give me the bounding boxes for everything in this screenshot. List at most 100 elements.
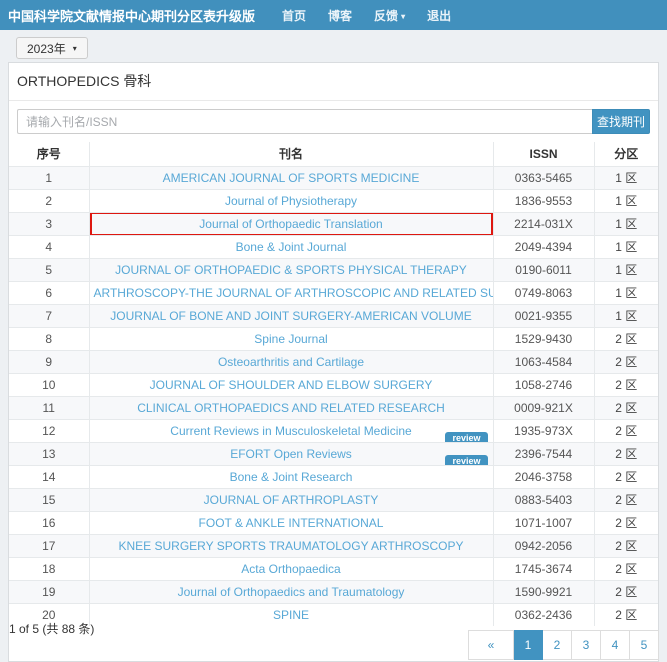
row-index: 19 xyxy=(9,580,89,603)
journal-link[interactable]: SPINE xyxy=(273,608,309,622)
partition-cell: 1 区 xyxy=(594,166,658,189)
journal-link[interactable]: EFORT Open Reviews xyxy=(230,447,352,461)
issn-cell: 1745-3674 xyxy=(493,557,594,580)
journal-name-cell: Journal of Physiotherapy xyxy=(89,189,493,212)
journal-link[interactable]: Acta Orthopaedica xyxy=(241,562,340,576)
table-row: 10JOURNAL OF SHOULDER AND ELBOW SURGERY1… xyxy=(9,373,658,396)
pagination-page-button[interactable]: 3 xyxy=(572,630,601,660)
journal-name-cell: Spine Journal xyxy=(89,327,493,350)
journal-name-cell: AMERICAN JOURNAL OF SPORTS MEDICINE xyxy=(89,166,493,189)
partition-cell: 2 区 xyxy=(594,442,658,465)
journal-table-body: 1AMERICAN JOURNAL OF SPORTS MEDICINE0363… xyxy=(9,166,658,626)
table-row: 13EFORT Open Reviewsreview2396-75442 区 xyxy=(9,442,658,465)
journal-name-cell: Bone & Joint Journal xyxy=(89,235,493,258)
issn-cell: 2049-4394 xyxy=(493,235,594,258)
issn-cell: 0883-5403 xyxy=(493,488,594,511)
table-row: 12Current Reviews in Musculoskeletal Med… xyxy=(9,419,658,442)
journal-link[interactable]: JOURNAL OF BONE AND JOINT SURGERY-AMERIC… xyxy=(110,309,471,323)
journal-link[interactable]: ARTHROSCOPY-THE JOURNAL OF ARTHROSCOPIC … xyxy=(94,286,494,300)
table-row: 19 Journal of Orthopaedics and Traumatolo… xyxy=(9,580,658,603)
partition-cell: 2 区 xyxy=(594,534,658,557)
journal-link[interactable]: Journal of Orthopaedics and Traumatology xyxy=(178,585,405,599)
issn-cell: 0363-5465 xyxy=(493,166,594,189)
journal-link[interactable]: Journal of Orthopaedic Translation xyxy=(199,217,382,231)
partition-cell: 2 区 xyxy=(594,373,658,396)
content-panel: ORTHOPEDICS 骨科 查找期刊 序号 刊名 ISSN 分区 1AMERI… xyxy=(8,62,659,662)
issn-cell: 0942-2056 xyxy=(493,534,594,557)
pagination-summary: 1 of 5 (共 88 条) xyxy=(9,620,94,637)
journal-link[interactable]: Bone & Joint Research xyxy=(230,470,353,484)
pagination-page-button[interactable]: 5 xyxy=(630,630,659,660)
issn-cell: 1071-1007 xyxy=(493,511,594,534)
pagination-prev-button[interactable]: « xyxy=(468,630,514,660)
table-row: 18Acta Orthopaedica1745-36742 区 xyxy=(9,557,658,580)
journal-link[interactable]: Journal of Physiotherapy xyxy=(225,194,357,208)
row-index: 7 xyxy=(9,304,89,327)
journal-link[interactable]: JOURNAL OF SHOULDER AND ELBOW SURGERY xyxy=(150,378,433,392)
row-index: 9 xyxy=(9,350,89,373)
issn-cell: 1063-4584 xyxy=(493,350,594,373)
table-row: 11 CLINICAL ORTHOPAEDICS AND RELATED RESE… xyxy=(9,396,658,419)
table-row: 14 Bone & Joint Research 2046-37582 区 xyxy=(9,465,658,488)
journal-name-cell: CLINICAL ORTHOPAEDICS AND RELATED RESEAR… xyxy=(89,396,493,419)
journal-name-cell: SPINE xyxy=(89,603,493,626)
site-brand: 中国科学院文献情报中心期刊分区表升级版 xyxy=(8,6,255,25)
pagination-page-button[interactable]: 1 xyxy=(514,630,543,660)
partition-cell: 1 区 xyxy=(594,189,658,212)
row-index: 4 xyxy=(9,235,89,258)
journal-link[interactable]: Spine Journal xyxy=(254,332,327,346)
year-dropdown-label: 2023年 xyxy=(27,40,66,57)
table-row: 16FOOT & ANKLE INTERNATIONAL1071-10072 区 xyxy=(9,511,658,534)
partition-cell: 1 区 xyxy=(594,235,658,258)
journal-link[interactable]: Bone & Joint Journal xyxy=(236,240,347,254)
table-row: 3Journal of Orthopaedic Translation2214-… xyxy=(9,212,658,235)
nav-item-feedback[interactable]: 反馈▾ xyxy=(374,7,405,24)
row-index: 16 xyxy=(9,511,89,534)
journal-link[interactable]: AMERICAN JOURNAL OF SPORTS MEDICINE xyxy=(163,171,420,185)
table-row: 8Spine Journal1529-94302 区 xyxy=(9,327,658,350)
partition-cell: 2 区 xyxy=(594,465,658,488)
table-row: 6 ARTHROSCOPY-THE JOURNAL OF ARTHROSCOPIC… xyxy=(9,281,658,304)
journal-name-cell: Bone & Joint Research xyxy=(89,465,493,488)
journal-name-cell: JOURNAL OF BONE AND JOINT SURGERY-AMERIC… xyxy=(89,304,493,327)
nav-item-logout[interactable]: 退出 xyxy=(427,7,451,24)
pagination-page-button[interactable]: 4 xyxy=(601,630,630,660)
partition-cell: 1 区 xyxy=(594,304,658,327)
search-input[interactable] xyxy=(17,109,592,134)
journal-name-cell: EFORT Open Reviewsreview xyxy=(89,442,493,465)
partition-cell: 1 区 xyxy=(594,212,658,235)
search-button[interactable]: 查找期刊 xyxy=(592,109,650,134)
journal-name-cell: Journal of Orthopaedics and Traumatology xyxy=(89,580,493,603)
nav-item-blog[interactable]: 博客 xyxy=(328,7,352,24)
journal-link[interactable]: FOOT & ANKLE INTERNATIONAL xyxy=(199,516,384,530)
row-index: 17 xyxy=(9,534,89,557)
row-index: 10 xyxy=(9,373,89,396)
row-index: 2 xyxy=(9,189,89,212)
issn-cell: 0362-2436 xyxy=(493,603,594,626)
row-index: 11 xyxy=(9,396,89,419)
issn-cell: 1529-9430 xyxy=(493,327,594,350)
year-dropdown-button[interactable]: 2023年 ▾ xyxy=(16,37,88,59)
journal-name-cell: Journal of Orthopaedic Translation xyxy=(89,212,493,235)
row-index: 8 xyxy=(9,327,89,350)
issn-cell: 2046-3758 xyxy=(493,465,594,488)
pagination-page-button[interactable]: 2 xyxy=(543,630,572,660)
journal-link[interactable]: JOURNAL OF ARTHROPLASTY xyxy=(204,493,379,507)
journal-link[interactable]: Current Reviews in Musculoskeletal Medic… xyxy=(170,424,411,438)
journal-link[interactable]: KNEE SURGERY SPORTS TRAUMATOLOGY ARTHROS… xyxy=(119,539,464,553)
nav-item-home[interactable]: 首页 xyxy=(282,7,306,24)
journal-name-cell: JOURNAL OF ARTHROPLASTY xyxy=(89,488,493,511)
table-row: 15JOURNAL OF ARTHROPLASTY0883-54032 区 xyxy=(9,488,658,511)
row-index: 18 xyxy=(9,557,89,580)
journal-link[interactable]: Osteoarthritis and Cartilage xyxy=(218,355,364,369)
journal-link[interactable]: JOURNAL OF ORTHOPAEDIC & SPORTS PHYSICAL… xyxy=(115,263,467,277)
partition-cell: 2 区 xyxy=(594,396,658,419)
table-row: 20SPINE0362-24362 区 xyxy=(9,603,658,626)
journal-link[interactable]: CLINICAL ORTHOPAEDICS AND RELATED RESEAR… xyxy=(137,401,445,415)
issn-cell: 1935-973X xyxy=(493,419,594,442)
row-index: 6 xyxy=(9,281,89,304)
table-row: 17 KNEE SURGERY SPORTS TRAUMATOLOGY ARTHR… xyxy=(9,534,658,557)
chevron-down-icon: ▾ xyxy=(401,12,405,21)
journal-name-cell: Osteoarthritis and Cartilage xyxy=(89,350,493,373)
row-index: 14 xyxy=(9,465,89,488)
